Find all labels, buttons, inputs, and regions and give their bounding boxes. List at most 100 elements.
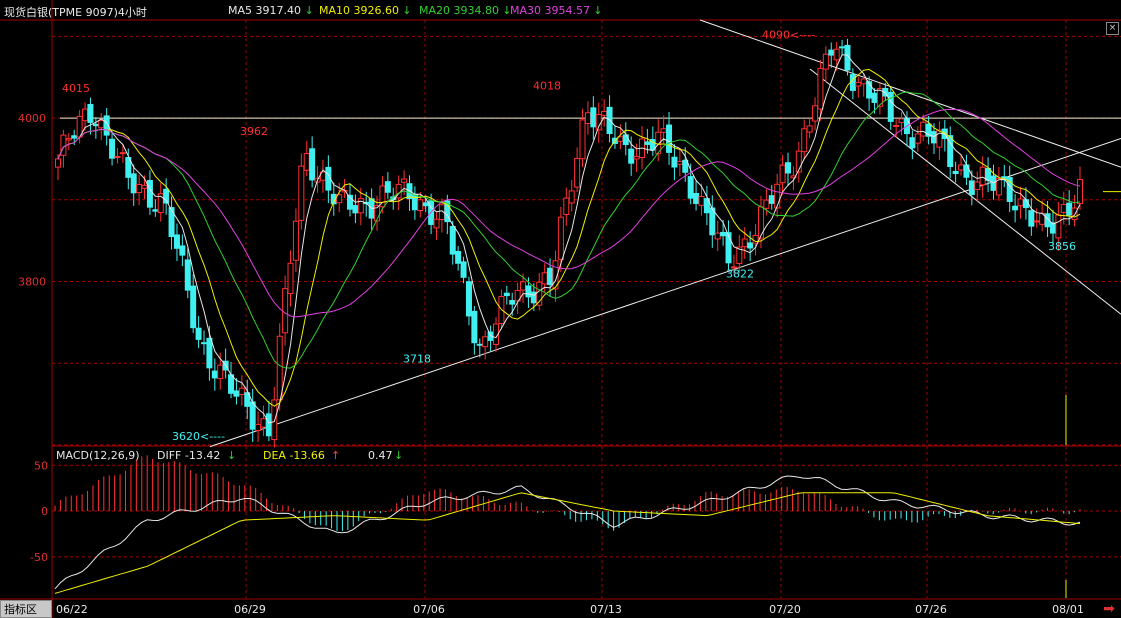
candle-up: [482, 336, 489, 348]
ma-legend-item: MA30 3954.57: [510, 4, 590, 17]
candle-down: [411, 193, 418, 211]
candle-up: [801, 128, 808, 153]
candle-up: [303, 153, 310, 171]
candle-up: [1060, 204, 1067, 213]
y-tick-label: 3800: [18, 276, 46, 289]
candle-down: [455, 251, 462, 264]
candle-down: [952, 170, 959, 175]
candle-down: [747, 242, 754, 249]
candle-up: [1077, 179, 1083, 205]
candle-up: [238, 387, 245, 396]
candle-down: [130, 173, 137, 194]
candle-up: [65, 138, 72, 141]
candle-up: [557, 216, 564, 260]
candle-up: [276, 335, 283, 401]
macd-y-tick-label: 0: [41, 505, 48, 518]
candle-up: [292, 220, 299, 261]
price-annotation: 3822: [726, 268, 754, 281]
candle-down: [309, 148, 316, 181]
candle-down: [693, 193, 700, 204]
chart-canvas[interactable]: 4015 3962 3620<---- 3718 4018 3822 4090<---- 38…: [0, 0, 1121, 618]
price-annotation: 3856: [1048, 240, 1076, 253]
candle-up: [520, 281, 527, 291]
candle-down: [590, 107, 597, 128]
candle-up: [698, 195, 705, 206]
candle-down: [228, 374, 235, 394]
candle-up: [1017, 198, 1024, 207]
candle-up: [974, 181, 981, 191]
macd-diff-arrow: ↓: [227, 449, 237, 462]
candle-up: [660, 128, 667, 133]
candle-down: [1012, 205, 1019, 211]
candle-up: [601, 111, 608, 116]
candle-up: [633, 155, 640, 160]
price-annotation: 4015: [62, 82, 90, 95]
y-tick-label: 4000: [18, 112, 46, 125]
candle-up: [779, 164, 786, 184]
candle-down: [503, 292, 510, 297]
chart-title: 现货白银(TPME 9097)4小时: [4, 6, 147, 19]
close-icon[interactable]: ×: [1106, 22, 1119, 35]
candle-down: [471, 310, 478, 344]
macd-value-label: 0.47: [368, 449, 393, 462]
candle-down: [909, 137, 916, 149]
candle-up: [217, 364, 224, 379]
candle-down: [265, 413, 272, 437]
candle-down: [211, 370, 218, 379]
candle-up: [763, 199, 770, 209]
candle-down: [985, 167, 992, 181]
candle-down: [671, 156, 678, 168]
candle-down: [839, 46, 846, 49]
candle-up: [282, 288, 289, 334]
candle-down: [687, 176, 694, 199]
candle-up: [260, 418, 267, 428]
price-annotation: 3620<----: [172, 430, 225, 443]
candle-up: [114, 155, 121, 158]
candle-up: [60, 134, 67, 156]
candle-up: [1033, 220, 1040, 223]
candle-down: [931, 131, 937, 144]
price-annotation: 4018: [533, 79, 561, 92]
candle-up: [741, 238, 748, 248]
candle-up: [417, 199, 424, 211]
candle-down: [720, 231, 727, 237]
candle-up: [579, 119, 586, 160]
candle-down: [184, 259, 191, 291]
candle-down: [179, 245, 186, 256]
macd-value-arrow: ↓: [394, 449, 404, 462]
candle-up: [860, 78, 867, 85]
candle-up: [893, 124, 900, 127]
price-annotation: 4090<----: [762, 29, 815, 42]
candle-up: [979, 166, 986, 186]
candle-up: [806, 125, 813, 133]
ma-legend-item: MA20 3934.80: [419, 4, 499, 17]
price-annotation: 3962: [240, 125, 268, 138]
ma-legend-item: MA5 3917.40: [228, 4, 301, 17]
candle-up: [136, 183, 143, 194]
candle-up: [757, 206, 764, 239]
candle-down: [152, 209, 159, 212]
candle-down: [768, 195, 775, 204]
candle-up: [55, 158, 61, 168]
candle-down: [109, 138, 116, 159]
candle-down: [547, 267, 554, 286]
candle-down: [190, 285, 197, 329]
indicator-tab[interactable]: 指标区: [0, 600, 52, 618]
candle-down: [644, 141, 651, 145]
candle-down: [195, 327, 202, 340]
candle-up: [141, 184, 148, 189]
x-tick-label: 07/06: [413, 603, 445, 616]
candle-down: [465, 281, 472, 317]
macd-y-tick-label: -50: [30, 551, 48, 564]
arrow-right-icon[interactable]: ➡: [1099, 601, 1119, 617]
candle-down: [849, 74, 856, 91]
candle-down: [449, 225, 456, 255]
candle-down: [422, 202, 429, 207]
candle-down: [352, 205, 359, 214]
candle-up: [812, 105, 819, 122]
candle-down: [168, 207, 175, 238]
macd-dea-label: DEA -13.66: [263, 449, 325, 462]
candle-up: [119, 152, 126, 155]
candle-up: [855, 81, 862, 87]
candle-up: [958, 164, 965, 171]
